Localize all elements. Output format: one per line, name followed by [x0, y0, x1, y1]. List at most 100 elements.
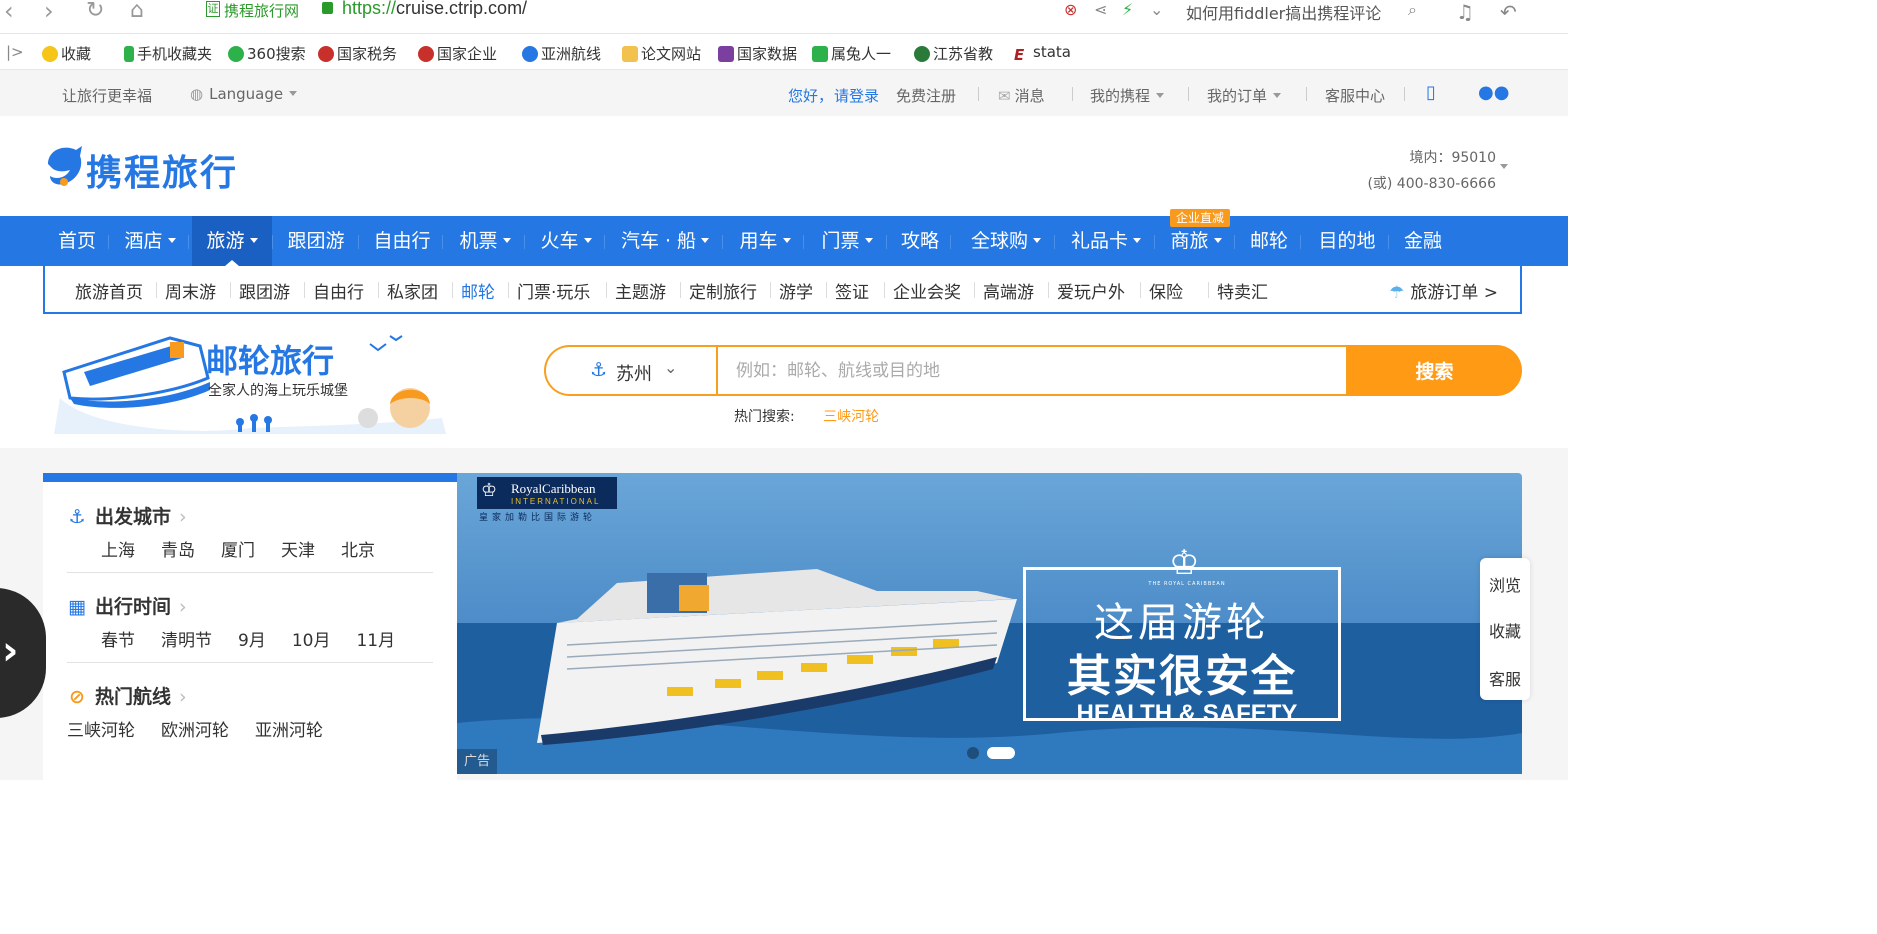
bookmark-item[interactable]: 360搜索 — [228, 43, 306, 64]
nav-item[interactable]: 门票 — [808, 216, 886, 266]
bookmark-item[interactable]: 亚洲航线 — [522, 43, 601, 64]
search-icon[interactable]: ⌕ — [1408, 0, 1417, 20]
browse-history-button[interactable]: 浏览 — [1480, 572, 1530, 596]
option[interactable]: 北京 — [341, 541, 375, 561]
banner-headline-box: 这届游轮 其实很安全 HEALTH & SAFETY — [1023, 567, 1341, 727]
bookmark-item[interactable]: 收藏 — [42, 43, 91, 64]
undo-icon[interactable]: ↶ — [1500, 0, 1517, 24]
address-bar[interactable]: 证 携程旅行网 https://cruise.ctrip.com/ — [192, 0, 1032, 22]
refresh-icon[interactable]: ↻ — [86, 0, 104, 22]
messages-link[interactable]: ✉ 消息 — [998, 85, 1045, 106]
mobile-icon[interactable]: ▯ — [1426, 82, 1436, 103]
search-button[interactable]: 搜索 — [1347, 345, 1522, 396]
subnav-item[interactable]: 跟团游 — [239, 278, 290, 303]
option[interactable]: 上海 — [101, 541, 135, 561]
option[interactable]: 厦门 — [221, 541, 255, 561]
wechat-icon[interactable]: ●● — [1478, 82, 1509, 103]
nav-item[interactable]: 汽车 · 船 — [608, 216, 722, 266]
departure-title[interactable]: ⚓ 出发城市 › — [67, 502, 186, 529]
subnav-item[interactable]: 特卖汇 — [1217, 278, 1268, 303]
share-icon[interactable]: ⋖ — [1094, 0, 1107, 19]
subnav-item[interactable]: 定制旅行 — [689, 278, 757, 303]
subnav-item[interactable]: 爱玩户外 — [1057, 278, 1125, 303]
customer-service-button[interactable]: 客服 — [1480, 666, 1530, 690]
nav-item[interactable]: 用车 — [727, 216, 803, 266]
forward-icon[interactable]: › — [44, 0, 54, 23]
block-icon[interactable]: ⊗ — [1064, 0, 1077, 19]
nav-item[interactable]: 酒店 — [112, 216, 188, 266]
hotline-dropdown-icon[interactable] — [1500, 164, 1508, 169]
emblem-icon — [418, 46, 434, 62]
nav-item[interactable]: 旅游 — [192, 216, 272, 266]
browser-search-box[interactable]: 如何用fiddler搞出携程评论 — [1186, 0, 1430, 22]
option[interactable]: 10月 — [292, 631, 331, 651]
nav-item[interactable]: 攻略 — [890, 216, 950, 266]
my-orders-menu[interactable]: 我的订单 — [1207, 85, 1282, 106]
nav-item[interactable]: 机票 — [446, 216, 524, 266]
nav-item[interactable]: 邮轮 — [1238, 216, 1300, 266]
bookmark-item[interactable]: 江苏省教 — [914, 43, 993, 64]
subnav-item[interactable]: 自由行 — [313, 278, 364, 303]
subnav-item[interactable]: 门票·玩乐 — [517, 278, 590, 303]
tour-orders-link[interactable]: ☂ 旅游订单 > — [1389, 278, 1498, 303]
option[interactable]: 春节 — [101, 631, 135, 651]
nav-item[interactable]: 目的地 — [1306, 216, 1388, 266]
nav-item[interactable]: 金融 — [1393, 216, 1453, 266]
nav-item[interactable]: 礼品卡 — [1058, 216, 1154, 266]
bookmark-item[interactable]: 国家税务 — [318, 43, 397, 64]
url-text[interactable]: https://cruise.ctrip.com/ — [342, 0, 527, 19]
travel-time-title[interactable]: ▦ 出行时间 › — [67, 592, 187, 619]
subnav-item[interactable]: 保险 — [1149, 278, 1183, 303]
nav-item[interactable]: 自由行 — [362, 216, 442, 266]
subnav-item[interactable]: 签证 — [835, 278, 869, 303]
bookmark-item[interactable]: 手机收藏夹 — [124, 43, 212, 64]
subnav-item[interactable]: 高端游 — [983, 278, 1034, 303]
nav-item[interactable]: 首页 — [46, 216, 108, 266]
divider — [722, 235, 723, 249]
promo-banner[interactable]: ♔ RoyalCaribbean INTERNATIONAL 皇家加勒比国际游轮… — [457, 473, 1522, 774]
my-trips-menu[interactable]: 我的携程 — [1090, 85, 1165, 106]
option[interactable]: 青岛 — [161, 541, 195, 561]
bookmark-item[interactable]: 国家数据 — [718, 43, 797, 64]
city-selector[interactable]: ⚓ 苏州 ⌄ — [544, 345, 718, 396]
carousel-dot-active[interactable] — [987, 747, 1015, 759]
bookmark-item[interactable]: Estata — [1014, 43, 1071, 63]
bookmark-item[interactable]: 论文网站 — [622, 43, 701, 64]
back-icon[interactable]: ‹ — [4, 0, 14, 23]
option[interactable]: 三峡河轮 — [67, 721, 135, 741]
sidebar-toggle-icon[interactable]: |> — [6, 43, 24, 61]
subnav-item[interactable]: 主题游 — [615, 278, 666, 303]
headphones-icon[interactable]: ♫ — [1456, 0, 1474, 24]
option[interactable]: 清明节 — [161, 631, 212, 651]
home-icon[interactable]: ⌂ — [130, 0, 144, 22]
hot-search-link[interactable]: 三峡河轮 — [823, 409, 879, 425]
option[interactable]: 亚洲河轮 — [255, 721, 323, 741]
subnav-item[interactable]: 私家团 — [387, 278, 438, 303]
nav-item[interactable]: 全球购 — [958, 216, 1054, 266]
ctrip-logo[interactable]: 携程旅行 — [42, 142, 236, 194]
option[interactable]: 天津 — [281, 541, 315, 561]
subnav-item[interactable]: 企业会奖 — [893, 278, 961, 303]
language-selector[interactable]: ◍ Language — [190, 85, 298, 103]
login-link[interactable]: 请登录 — [834, 85, 879, 106]
nav-item[interactable]: 火车 — [528, 216, 604, 266]
search-input[interactable] — [716, 345, 1348, 396]
subnav-item[interactable]: 旅游首页 — [75, 278, 143, 303]
bookmark-item[interactable]: 国家企业 — [418, 43, 497, 64]
carousel-dot[interactable] — [967, 747, 979, 759]
favorites-button[interactable]: 收藏 — [1480, 618, 1530, 642]
lightning-icon[interactable]: ⚡ — [1122, 0, 1133, 19]
subnav-item[interactable]: 游学 — [779, 278, 813, 303]
chevron-down-icon[interactable]: ⌄ — [1150, 0, 1163, 19]
service-center-link[interactable]: 客服中心 — [1325, 85, 1385, 106]
register-link[interactable]: 免费注册 — [896, 85, 956, 106]
nav-item[interactable]: 跟团游 — [274, 216, 358, 266]
option[interactable]: 9月 — [238, 631, 266, 651]
hot-routes-title[interactable]: ⊘ 热门航线 › — [67, 682, 187, 709]
education-icon — [914, 46, 930, 62]
subnav-item[interactable]: 周末游 — [165, 278, 216, 303]
bookmark-item[interactable]: 属兔人一 — [812, 43, 891, 64]
option[interactable]: 欧洲河轮 — [161, 721, 229, 741]
option[interactable]: 11月 — [356, 631, 395, 651]
subnav-item[interactable]: 邮轮 — [461, 278, 495, 303]
